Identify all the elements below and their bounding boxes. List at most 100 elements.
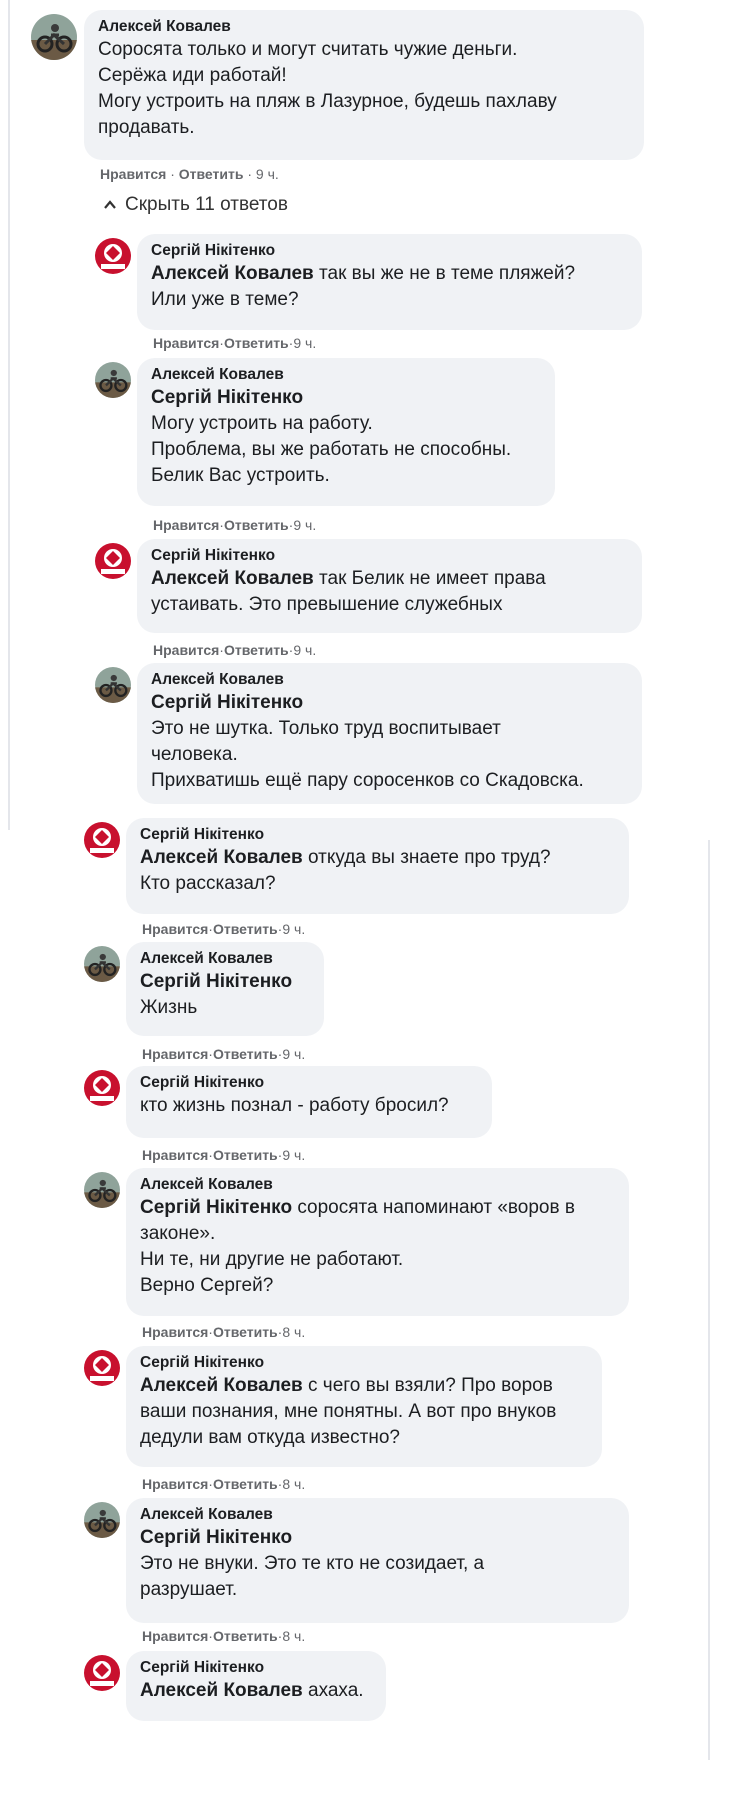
reply-bubble: Алексей Ковалев Сергій Нікітенко Могу устр…: [137, 358, 555, 506]
reply-bubble: Сергій Нікітенко Алексей Ковалев так вы ж…: [137, 234, 642, 330]
avatar-kovalev[interactable]: [95, 362, 131, 398]
reply-author[interactable]: Алексей Ковалев: [140, 1505, 615, 1525]
timestamp[interactable]: 8 ч.: [282, 1476, 305, 1492]
reply-text: Алексей Ковалев так Белик не имеет права…: [151, 568, 546, 615]
reply-button[interactable]: Ответить: [213, 1324, 278, 1340]
reply-text: Сергій Нікітенко соросята напоминают «во…: [140, 1197, 575, 1296]
timestamp[interactable]: 8 ч.: [282, 1324, 305, 1340]
like-button[interactable]: Нравится: [153, 335, 219, 351]
reply-button[interactable]: Ответить: [213, 1476, 278, 1492]
red-logo-icon: [84, 822, 120, 858]
timestamp[interactable]: 9 ч.: [256, 166, 279, 182]
reply-button[interactable]: Ответить: [224, 642, 289, 658]
avatar-nikitenko[interactable]: [84, 1350, 120, 1386]
like-button[interactable]: Нравится: [153, 517, 219, 533]
avatar-kovalev[interactable]: [95, 667, 131, 703]
reply-author[interactable]: Алексей Ковалев: [140, 949, 310, 969]
comment-text: Соросята только и могут считать чужие де…: [98, 39, 557, 138]
mention-link[interactable]: Сергій Нікітенко: [151, 385, 541, 411]
reply-author[interactable]: Алексей Ковалев: [151, 365, 541, 385]
reply-actions: Нравится·Ответить·9 ч.: [142, 1147, 306, 1163]
red-logo-icon: [84, 1350, 120, 1386]
reply-author[interactable]: Сергій Нікітенко: [140, 1353, 588, 1373]
motorcycle-photo-icon: [84, 1172, 120, 1208]
comment-bubble: Алексей Ковалев Соросята только и могут …: [84, 10, 644, 160]
reply-actions: Нравится·Ответить·9 ч.: [153, 335, 317, 351]
reply-bubble: Алексей Ковалев Сергій Нікітенко Жизнь: [126, 942, 324, 1036]
reply-button[interactable]: Ответить: [213, 1046, 278, 1062]
thread-line: [708, 840, 710, 1760]
avatar-nikitenko[interactable]: [84, 1655, 120, 1691]
reply-text: Алексей Ковалев так вы же не в теме пляж…: [151, 263, 576, 310]
reply-actions: Нравится·Ответить·8 ч.: [142, 1324, 306, 1340]
timestamp[interactable]: 9 ч.: [293, 517, 316, 533]
mention-link[interactable]: Алексей Ковалев: [151, 568, 314, 589]
avatar-kovalev[interactable]: [84, 1172, 120, 1208]
avatar-kovalev[interactable]: [84, 1502, 120, 1538]
motorcycle-photo-icon: [95, 667, 131, 703]
reply-actions: Нравится·Ответить·8 ч.: [142, 1628, 306, 1644]
like-button[interactable]: Нравится: [142, 1476, 208, 1492]
timestamp[interactable]: 9 ч.: [282, 1046, 305, 1062]
avatar-nikitenko[interactable]: [95, 543, 131, 579]
mention-link[interactable]: Сергій Нікітенко: [140, 1525, 615, 1551]
reply-actions: Нравится·Ответить·9 ч.: [142, 921, 306, 937]
reply-author[interactable]: Алексей Ковалев: [151, 670, 628, 690]
mention-link[interactable]: Алексей Ковалев: [140, 1680, 303, 1701]
reply-author[interactable]: Сергій Нікітенко: [140, 825, 615, 845]
reply-button[interactable]: Ответить: [213, 1147, 278, 1163]
reply-author[interactable]: Сергій Нікітенко: [151, 546, 628, 566]
avatar-kovalev[interactable]: [84, 946, 120, 982]
reply-text: Алексей Ковалев с чего вы взяли? Про вор…: [140, 1375, 557, 1448]
like-button[interactable]: Нравится: [142, 1324, 208, 1340]
mention-link[interactable]: Алексей Ковалев: [140, 1375, 303, 1396]
mention-link[interactable]: Сергій Нікітенко: [140, 969, 310, 995]
reply-author[interactable]: Сергій Нікітенко: [140, 1073, 478, 1093]
reply-text: Сергій Нікітенко Это не внуки. Это те кто…: [140, 1525, 615, 1603]
reply-button[interactable]: Ответить: [224, 335, 289, 351]
like-button[interactable]: Нравится: [142, 921, 208, 937]
motorcycle-photo-icon: [95, 362, 131, 398]
mention-link[interactable]: Сергій Нікітенко: [151, 690, 628, 716]
like-button[interactable]: Нравится: [100, 166, 166, 182]
reply-text: Сергій Нікітенко Жизнь: [140, 969, 310, 1021]
timestamp[interactable]: 9 ч.: [282, 1147, 305, 1163]
red-logo-icon: [95, 543, 131, 579]
red-logo-icon: [95, 238, 131, 274]
avatar-kovalev[interactable]: [31, 14, 77, 60]
avatar-nikitenko[interactable]: [95, 238, 131, 274]
like-button[interactable]: Нравится: [142, 1046, 208, 1062]
reply-button[interactable]: Ответить: [224, 517, 289, 533]
timestamp[interactable]: 9 ч.: [293, 335, 316, 351]
mention-link[interactable]: Сергій Нікітенко: [140, 1197, 292, 1218]
comment-author[interactable]: Алексей Ковалев: [98, 17, 630, 37]
reply-bubble: Сергій Нікітенко кто жизнь познал - работ…: [126, 1066, 492, 1138]
reply-button[interactable]: Ответить: [213, 1628, 278, 1644]
reply-text: Сергій Нікітенко Могу устроить на работу.…: [151, 385, 541, 489]
avatar-nikitenko[interactable]: [84, 822, 120, 858]
chevron-up-icon: [104, 200, 116, 209]
mention-link[interactable]: Алексей Ковалев: [140, 847, 303, 868]
timestamp[interactable]: 9 ч.: [293, 642, 316, 658]
timestamp[interactable]: 8 ч.: [282, 1628, 305, 1644]
red-logo-icon: [84, 1655, 120, 1691]
timestamp[interactable]: 9 ч.: [282, 921, 305, 937]
mention-link[interactable]: Алексей Ковалев: [151, 263, 314, 284]
reply-author[interactable]: Сергій Нікітенко: [151, 241, 628, 261]
reply-bubble: Алексей Ковалев Сергій Нікітенко Это не вн…: [126, 1498, 629, 1623]
avatar-nikitenko[interactable]: [84, 1070, 120, 1106]
reply-actions: Нравится·Ответить·9 ч.: [153, 517, 317, 533]
reply-button[interactable]: Ответить: [213, 921, 278, 937]
like-button[interactable]: Нравится: [142, 1147, 208, 1163]
reply-author[interactable]: Алексей Ковалев: [140, 1175, 615, 1195]
reply-button[interactable]: Ответить: [179, 166, 244, 182]
like-button[interactable]: Нравится: [153, 642, 219, 658]
reply-bubble: Сергій Нікітенко Алексей Ковалев с чего в…: [126, 1346, 602, 1467]
hide-replies-button[interactable]: Скрыть 11 ответов: [103, 193, 288, 217]
like-button[interactable]: Нравится: [142, 1628, 208, 1644]
reply-actions: Нравится·Ответить·8 ч.: [142, 1476, 306, 1492]
motorcycle-photo-icon: [84, 946, 120, 982]
reply-author[interactable]: Сергій Нікітенко: [140, 1658, 372, 1678]
red-logo-icon: [84, 1070, 120, 1106]
comment-thread: Алексей Ковалев Соросята только и могут …: [0, 0, 750, 1816]
